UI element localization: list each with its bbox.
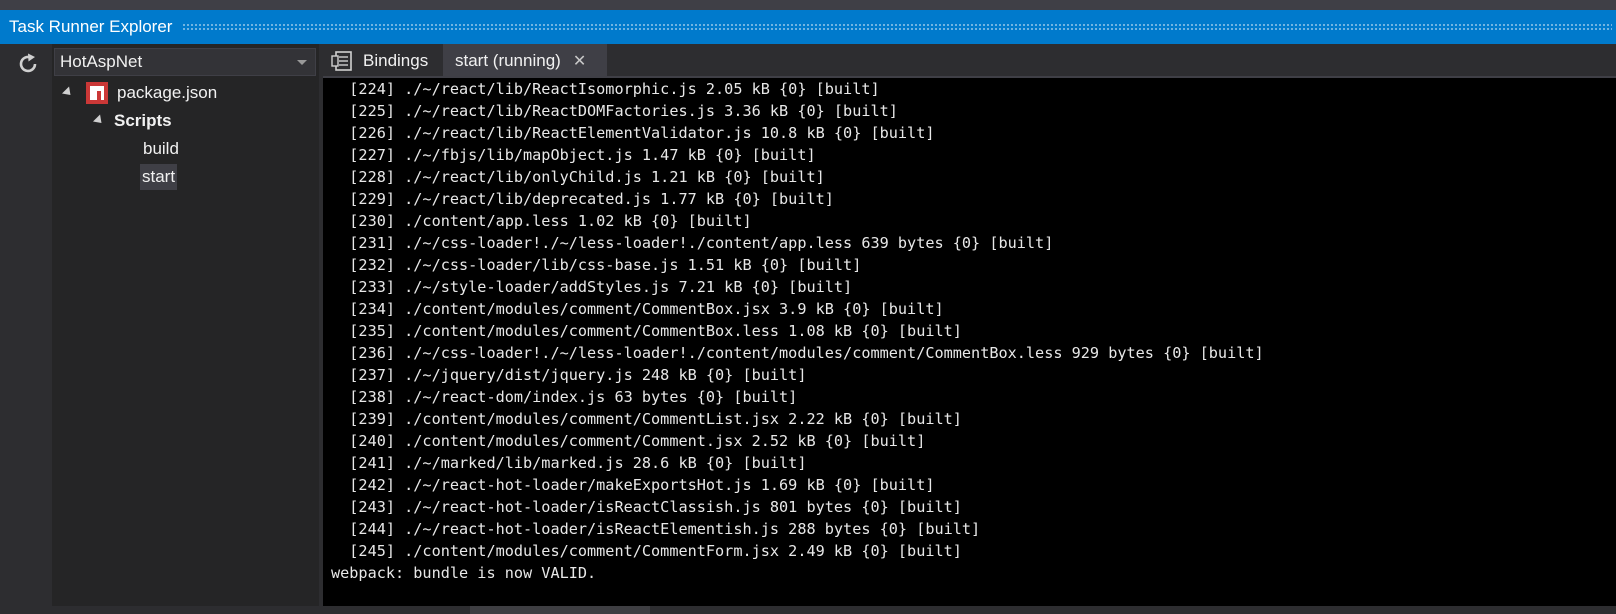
horizontal-scrollbar[interactable] <box>0 606 1616 614</box>
bindings-icon <box>331 49 355 73</box>
console-line: [231] ./~/css-loader!./~/less-loader!./c… <box>331 234 1054 252</box>
tool-window-title-bar[interactable]: Task Runner Explorer <box>0 10 1616 44</box>
console-output[interactable]: [224] ./~/react/lib/ReactIsomorphic.js 2… <box>323 78 1616 606</box>
tree-item-scripts[interactable]: Scripts <box>114 111 172 131</box>
window-top-strip <box>0 0 1616 10</box>
console-line: [243] ./~/react-hot-loader/isReactClassi… <box>331 498 962 516</box>
tree-item-label: Scripts <box>114 111 172 130</box>
console-line: [228] ./~/react/lib/onlyChild.js 1.21 kB… <box>331 168 825 186</box>
console-line: [241] ./~/marked/lib/marked.js 28.6 kB {… <box>331 454 807 472</box>
tree-item-label: build <box>143 139 179 158</box>
console-line: [238] ./~/react-dom/index.js 63 bytes {0… <box>331 388 798 406</box>
window-title: Task Runner Explorer <box>9 17 173 36</box>
tree-item-start[interactable]: start <box>140 164 178 190</box>
tab-bindings[interactable]: Bindings <box>331 44 449 78</box>
console-line: [234] ./content/modules/comment/CommentB… <box>331 300 944 318</box>
project-dropdown[interactable]: HotAspNet <box>54 48 316 76</box>
scrollbar-thumb[interactable] <box>470 606 650 614</box>
chevron-down-icon[interactable] <box>297 60 307 65</box>
console-line: [239] ./content/modules/comment/CommentL… <box>331 410 962 428</box>
console-line: [232] ./~/css-loader/lib/css-base.js 1.5… <box>331 256 862 274</box>
tree-item-label: start <box>142 167 176 186</box>
tab-start-running[interactable]: start (running) ✕ <box>443 44 607 78</box>
title-bar-grip[interactable] <box>182 22 1612 32</box>
close-icon[interactable]: ✕ <box>573 51 586 71</box>
tab-label: Bindings <box>363 51 429 70</box>
tree-item-build[interactable]: build <box>141 139 181 159</box>
console-line: [226] ./~/react/lib/ReactElementValidato… <box>331 124 935 142</box>
npm-icon <box>86 82 108 104</box>
project-dropdown-value: HotAspNet <box>60 52 143 71</box>
console-line: [230] ./content/app.less 1.02 kB {0} [bu… <box>331 212 752 230</box>
task-tree-panel <box>52 44 319 614</box>
tree-item-package-json[interactable]: package.json <box>117 83 217 103</box>
console-line: [227] ./~/fbjs/lib/mapObject.js 1.47 kB … <box>331 146 816 164</box>
tree-item-label: package.json <box>117 83 218 102</box>
console-line: [240] ./content/modules/comment/Comment.… <box>331 432 926 450</box>
toolbar-panel <box>0 44 52 614</box>
console-line: [235] ./content/modules/comment/CommentB… <box>331 322 962 340</box>
console-line: [225] ./~/react/lib/ReactDOMFactories.js… <box>331 102 898 120</box>
tab-label: start (running) <box>455 51 561 70</box>
console-line: [236] ./~/css-loader!./~/less-loader!./c… <box>331 344 1264 362</box>
console-line: [237] ./~/jquery/dist/jquery.js 248 kB {… <box>331 366 807 384</box>
console-line: [229] ./~/react/lib/deprecated.js 1.77 k… <box>331 190 834 208</box>
refresh-icon[interactable] <box>16 52 40 76</box>
console-line: [224] ./~/react/lib/ReactIsomorphic.js 2… <box>331 80 880 98</box>
console-line: [242] ./~/react-hot-loader/makeExportsHo… <box>331 476 935 494</box>
console-line: [245] ./content/modules/comment/CommentF… <box>331 542 962 560</box>
console-line: [244] ./~/react-hot-loader/isReactElemen… <box>331 520 981 538</box>
tab-strip: Bindings start (running) ✕ <box>323 44 1616 78</box>
console-line: [233] ./~/style-loader/addStyles.js 7.21… <box>331 278 853 296</box>
console-line: webpack: bundle is now VALID. <box>331 564 597 582</box>
